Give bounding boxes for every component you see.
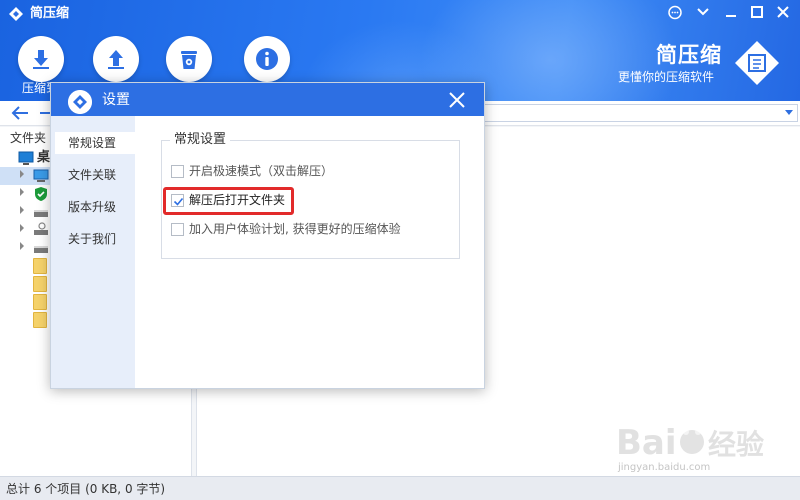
compress-label: 压缩到: [22, 81, 52, 95]
app-logo-icon: [9, 7, 23, 21]
tree-item-label: 桌: [37, 150, 51, 165]
option-label: 加入用户体验计划, 获得更好的压缩体验: [189, 222, 401, 236]
fast-mode-checkbox[interactable]: [171, 165, 184, 178]
menu-button[interactable]: [692, 3, 714, 23]
maximize-icon: [751, 6, 763, 18]
maximize-button[interactable]: [746, 3, 768, 23]
trash-icon: [181, 51, 197, 69]
annotation-highlight-box: [163, 187, 294, 215]
svg-text:Bai: Bai: [616, 423, 677, 463]
arrow-left-icon: [11, 106, 28, 120]
close-icon: [777, 6, 789, 18]
brand-name: 简压缩: [656, 43, 722, 67]
close-button[interactable]: [772, 3, 794, 23]
download-icon: [33, 50, 49, 69]
dropdown-caret-icon: [785, 110, 793, 115]
status-text: 总计 6 个项目 (0 KB, 0 字节): [6, 482, 166, 496]
folder-icon[interactable]: [33, 294, 47, 310]
compress-button[interactable]: [18, 36, 64, 82]
group-title: 常规设置: [170, 131, 231, 149]
dialog-close-button[interactable]: [447, 90, 467, 110]
settings-dialog: 设置 常规设置 文件关联 版本升级 关于我们 常规设置 开启极速模式（双击解压）…: [50, 82, 485, 389]
desktop-icon: [18, 151, 34, 165]
dialog-title: 设置: [102, 92, 130, 108]
user-experience-checkbox[interactable]: [171, 223, 184, 236]
expand-arrow-icon: [20, 188, 24, 196]
delete-button[interactable]: [166, 36, 212, 82]
svg-text:经验: 经验: [708, 428, 764, 461]
nav-about-us[interactable]: 关于我们: [55, 228, 135, 250]
feedback-button[interactable]: [664, 3, 686, 23]
info-button[interactable]: [244, 36, 290, 82]
dialog-title-bar[interactable]: 设置: [51, 83, 484, 116]
folder-icon[interactable]: [33, 258, 47, 274]
computer-icon: [33, 169, 49, 182]
path-dropdown[interactable]: [484, 104, 798, 122]
chat-bubble-icon: [668, 5, 682, 20]
close-icon: [449, 92, 465, 108]
upload-icon: [108, 50, 124, 69]
baidu-jingyan-watermark: Bai 经验: [616, 423, 764, 463]
minimize-button[interactable]: [720, 3, 742, 23]
nav-general-settings[interactable]: 常规设置: [55, 132, 135, 154]
expand-arrow-icon: [20, 224, 24, 232]
brand-logo-icon: [735, 41, 779, 85]
brand-slogan: 更懂你的压缩软件: [618, 70, 715, 84]
tree-header: 文件夹: [10, 131, 47, 145]
watermark-url: jingyan.baidu.com: [618, 462, 711, 473]
drive-icon: [34, 210, 48, 217]
nav-file-association[interactable]: 文件关联: [55, 164, 135, 186]
minimize-icon: [726, 15, 736, 17]
settings-nav: 常规设置 文件关联 版本升级 关于我们: [51, 116, 135, 388]
back-button[interactable]: [10, 104, 32, 122]
nav-version-upgrade[interactable]: 版本升级: [55, 196, 135, 218]
expand-arrow-icon: [20, 242, 24, 250]
chevron-down-icon: [697, 8, 709, 16]
extract-button[interactable]: [93, 36, 139, 82]
folder-icon[interactable]: [33, 276, 47, 292]
info-icon: [256, 48, 278, 70]
drive-icon: [34, 246, 48, 253]
shield-icon: [35, 187, 47, 201]
app-logo-icon: [68, 90, 92, 114]
option-label: 开启极速模式（双击解压）: [189, 164, 334, 178]
drive-icon: [34, 222, 48, 235]
expand-arrow-icon: [20, 170, 24, 178]
app-title: 简压缩: [30, 6, 70, 21]
expand-arrow-icon: [20, 206, 24, 214]
folder-icon[interactable]: [33, 312, 47, 328]
